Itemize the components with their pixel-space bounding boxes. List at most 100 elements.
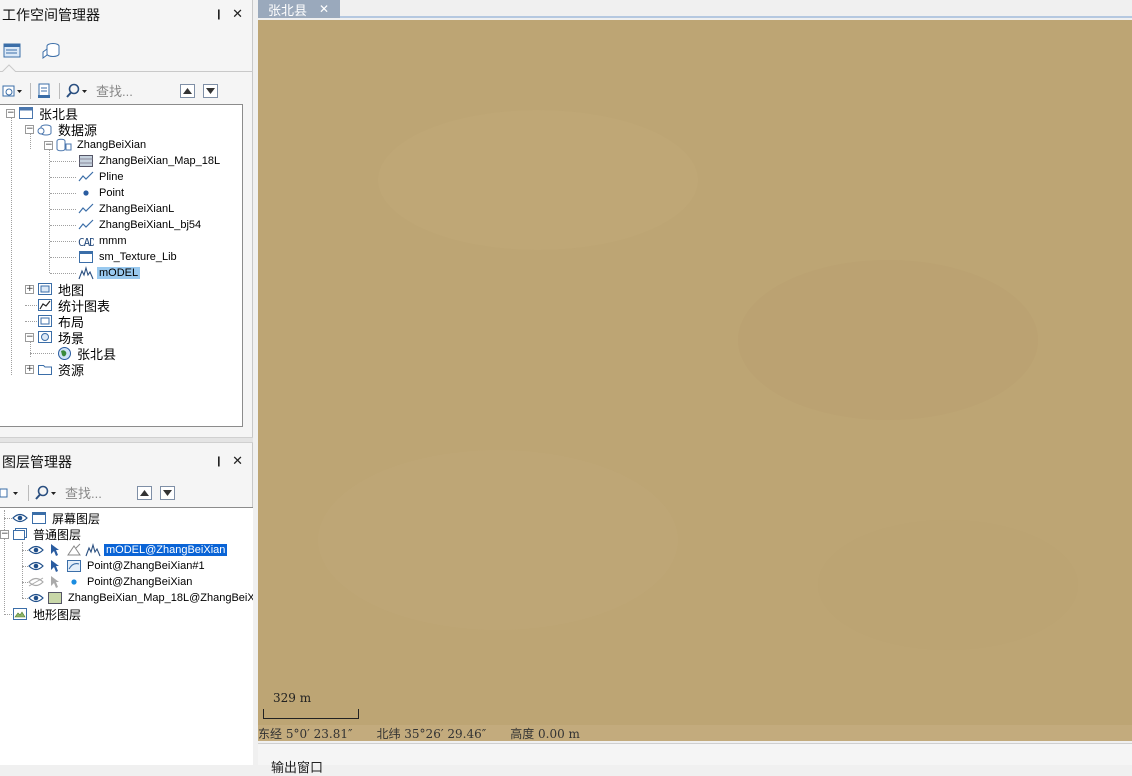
tree-item-label: sm_Texture_Lib — [99, 251, 177, 263]
expand-toggle[interactable]: + — [25, 284, 34, 294]
triangle-up-icon — [140, 490, 149, 496]
layer-manager-header: 图层管理器 ❙ ✕ — [0, 447, 253, 473]
folder-icon — [37, 361, 53, 377]
longitude-readout: 东经 5°0′ 23.81″ — [258, 726, 353, 741]
toolbar-separator — [30, 83, 31, 99]
layer-search-next-button[interactable] — [160, 486, 175, 500]
tree-item-label: mmm — [99, 235, 127, 247]
layer-manager-title: 图层管理器 — [2, 454, 72, 470]
tree-item-label: Point — [99, 187, 125, 199]
save-workspace-button[interactable] — [35, 81, 53, 101]
tree-item-dataset[interactable]: Pline — [50, 169, 125, 185]
tree-connector — [50, 160, 76, 162]
workspace-tree-icon — [3, 43, 21, 58]
workspace-manager-title: 工作空间管理器 — [2, 7, 100, 23]
layer-add-dropdown[interactable] — [0, 483, 22, 503]
layer-item[interactable]: Point@ZhangBeiXian — [22, 574, 194, 590]
tree-item-dataset[interactable]: CAD mmm — [50, 233, 129, 249]
selectable-cursor-disabled-icon[interactable] — [47, 574, 63, 590]
tree-item-datasource[interactable]: − ZhangBeiXian — [44, 137, 148, 153]
left-dock: 工作空间管理器 ❙ ✕ 查找... − 张北县 − 数据源 − ZhangBei… — [0, 0, 253, 765]
close-icon[interactable]: ✕ — [232, 6, 243, 22]
search-next-button[interactable] — [203, 84, 218, 98]
database-stack-icon — [42, 43, 60, 59]
eye-icon[interactable] — [28, 590, 44, 606]
collapse-toggle[interactable]: − — [0, 529, 9, 539]
pin-icon[interactable]: ❙ — [215, 9, 223, 20]
tree-item-dataset[interactable]: ZhangBeiXian_Map_18L — [50, 153, 222, 169]
tabular-dataset-icon — [78, 249, 94, 265]
tree-item-label: ZhangBeiXian_Map_18L@ZhangBeiX — [68, 592, 253, 604]
collapse-toggle[interactable]: − — [25, 332, 34, 342]
scenes-icon — [37, 329, 53, 345]
line-dataset-icon — [78, 169, 94, 185]
scene-view[interactable] — [258, 20, 1132, 726]
triangle-down-icon — [163, 490, 172, 496]
selectable-cursor-icon[interactable] — [47, 558, 63, 574]
layer-item-selected[interactable]: mODEL@ZhangBeiXian — [22, 542, 228, 558]
workspace-manager-header: 工作空间管理器 ❙ ✕ — [0, 0, 253, 26]
layer-group-screen[interactable]: 屏幕图层 — [4, 510, 102, 526]
tree-item-dataset[interactable]: Point — [50, 185, 126, 201]
tree-item-dataset[interactable]: sm_Texture_Lib — [50, 249, 179, 265]
tab-scene-document[interactable]: 张北县 ✕ — [258, 0, 340, 18]
search-previous-button[interactable] — [180, 84, 195, 98]
workspace-tree: − 张北县 − 数据源 − ZhangBeiXian ZhangBeiXian_… — [0, 104, 243, 427]
layer-search-previous-button[interactable] — [137, 486, 152, 500]
search-options-dropdown[interactable] — [64, 81, 90, 101]
chart-icon — [37, 297, 53, 313]
tree-item-label: ZhangBeiXian — [77, 139, 147, 151]
grid-image-icon — [78, 153, 94, 169]
terrain-texture — [378, 110, 698, 250]
terrain-texture — [318, 450, 678, 630]
point-dataset-icon — [78, 185, 94, 201]
workspace-search-input[interactable] — [92, 81, 180, 101]
layer-search-input[interactable] — [61, 483, 137, 503]
workspace-toolbar — [0, 78, 253, 104]
tree-item-dataset[interactable]: ZhangBeiXianL_bj54 — [50, 217, 203, 233]
pin-icon[interactable]: ❙ — [215, 456, 223, 467]
collapse-toggle[interactable]: − — [44, 140, 53, 150]
line-dataset-icon — [78, 217, 94, 233]
tree-item-label: 屏幕图层 — [52, 511, 101, 526]
selectable-cursor-icon[interactable] — [47, 542, 63, 558]
layer-group-terrain[interactable]: 地形图层 — [4, 606, 83, 622]
pane-splitter[interactable] — [0, 437, 253, 443]
tree-item-datasources[interactable]: − 数据源 — [25, 121, 99, 138]
tree-connector — [50, 192, 76, 194]
edit-lock-icon[interactable] — [66, 542, 82, 558]
normal-layer-icon — [12, 526, 28, 542]
tree-connector — [25, 304, 37, 306]
resources-tab[interactable] — [38, 39, 64, 63]
eye-icon[interactable] — [12, 510, 28, 526]
eye-icon[interactable] — [28, 542, 44, 558]
screen-layer-icon — [31, 510, 47, 526]
layer-group-normal[interactable]: − 普通图层 — [0, 526, 83, 542]
output-window-title: 输出窗口 — [271, 760, 324, 775]
layer-search-options-dropdown[interactable] — [33, 483, 59, 503]
terrain-layer-icon — [12, 606, 28, 622]
eye-icon[interactable] — [28, 558, 44, 574]
expand-toggle[interactable]: + — [25, 364, 34, 374]
layer-add-icon — [0, 488, 18, 498]
tree-item-resources[interactable]: + 资源 — [25, 361, 86, 378]
collapse-toggle[interactable]: − — [6, 108, 15, 118]
workspace-tabs — [0, 36, 253, 72]
layer-item[interactable]: ZhangBeiXian_Map_18L@ZhangBeiX — [22, 590, 253, 606]
tree-item-dataset[interactable]: ZhangBeiXianL — [50, 201, 176, 217]
close-icon[interactable]: ✕ — [232, 453, 243, 469]
output-window: 输出窗口 — [258, 743, 1132, 775]
eye-hidden-icon[interactable] — [28, 574, 44, 590]
layer-item[interactable]: Point@ZhangBeiXian#1 — [22, 558, 207, 574]
tree-item-label: 地形图层 — [33, 607, 82, 622]
collapse-toggle[interactable]: − — [25, 124, 34, 134]
open-workspace-dropdown[interactable] — [0, 81, 24, 101]
layout-icon — [37, 313, 53, 329]
workspace-tree-tab[interactable] — [0, 39, 26, 63]
scale-bar — [263, 709, 359, 719]
tab-close-icon[interactable]: ✕ — [319, 2, 329, 16]
tree-item-label: 资源 — [58, 362, 85, 378]
datasource-icon — [56, 137, 72, 153]
tree-connector — [50, 176, 76, 178]
tree-item-label: ZhangBeiXian_Map_18L — [99, 155, 221, 167]
